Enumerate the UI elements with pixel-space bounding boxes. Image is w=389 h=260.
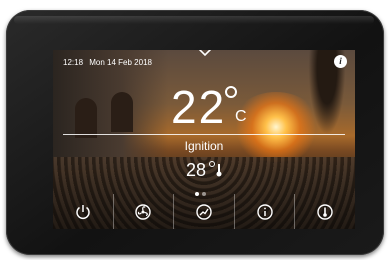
- info-icon: i: [339, 56, 342, 66]
- secondary-temperature: 28: [186, 160, 207, 180]
- info-button[interactable]: i: [334, 55, 347, 68]
- thermometer-icon: [317, 203, 333, 220]
- ruin-arch: [75, 98, 97, 138]
- chart-button[interactable]: [174, 194, 235, 229]
- info-icon: [256, 203, 273, 220]
- info-menu-button[interactable]: [235, 194, 296, 229]
- power-button[interactable]: [53, 194, 114, 229]
- thermometer-button[interactable]: [295, 194, 355, 229]
- fan-icon: [135, 203, 152, 220]
- chart-icon: [196, 203, 212, 220]
- fan-button[interactable]: [114, 194, 175, 229]
- ruin-arch: [111, 92, 133, 132]
- date-label: Mon 14 Feb 2018: [89, 58, 152, 67]
- degree-symbol: [225, 86, 237, 98]
- clock-time: 12:18: [63, 58, 84, 67]
- divider: [63, 134, 345, 135]
- display-screen: 12:18 Mon 14 Feb 2018 i 22 C Ignition 28: [53, 50, 355, 229]
- power-icon: [76, 204, 90, 219]
- current-temperature: 22: [171, 81, 227, 133]
- bottom-toolbar: [53, 194, 355, 229]
- temperature-unit: C: [235, 108, 247, 125]
- degree-symbol: [209, 161, 215, 167]
- status-bar: 12:18 Mon 14 Feb 2018: [63, 58, 156, 67]
- mode-label: Ignition: [184, 139, 224, 153]
- chevron-down-icon[interactable]: [198, 50, 212, 57]
- thermometer-icon: [216, 164, 222, 177]
